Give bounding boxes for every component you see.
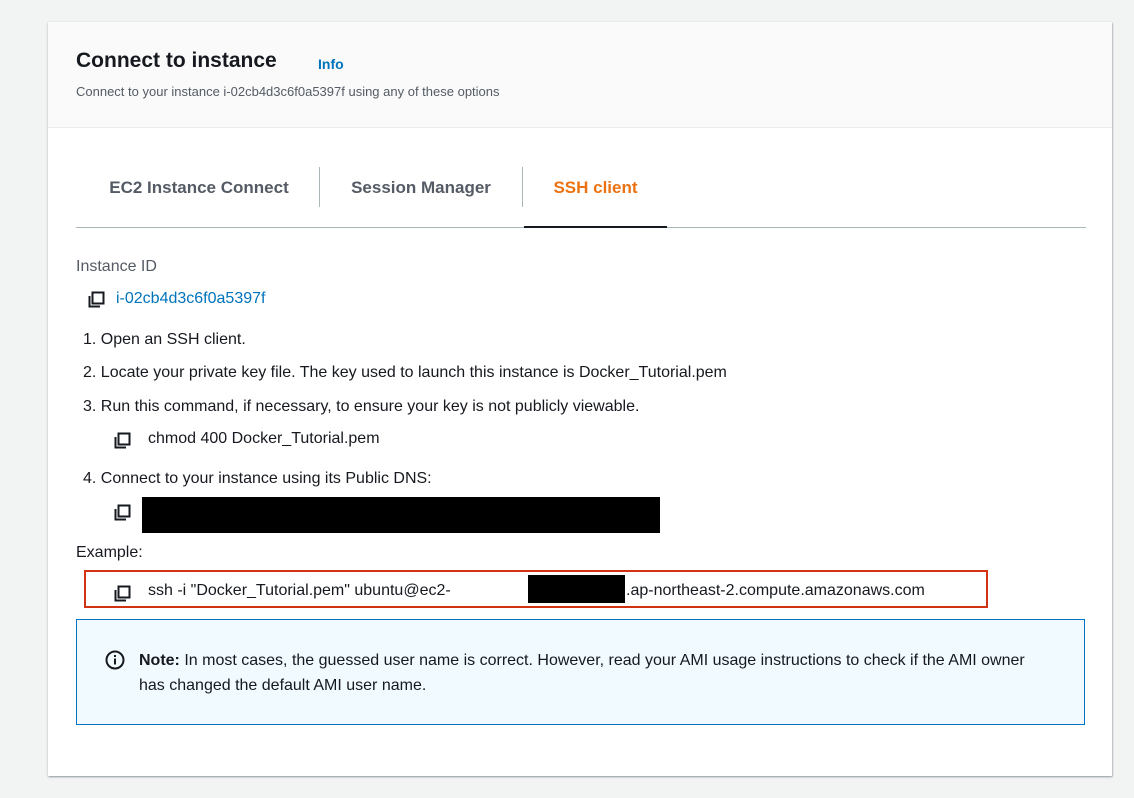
instance-id-label: Instance ID bbox=[76, 258, 157, 275]
note-bold-label: Note: bbox=[139, 652, 180, 669]
example-command-suffix: .ap-northeast-2.compute.amazonaws.com bbox=[626, 582, 925, 599]
redacted-hostname bbox=[528, 575, 625, 603]
page-subtitle: Connect to your instance i-02cb4d3c6f0a5… bbox=[76, 84, 500, 99]
page-title: Connect to instance bbox=[76, 49, 277, 72]
copy-icon[interactable] bbox=[114, 432, 132, 450]
step-2: 2. Locate your private key file. The key… bbox=[83, 364, 727, 381]
tab-session-manager[interactable]: Session Manager bbox=[320, 163, 522, 227]
redacted-public-dns bbox=[142, 497, 660, 533]
info-link[interactable]: Info bbox=[318, 56, 344, 72]
example-label: Example: bbox=[76, 544, 143, 561]
panel-header: Connect to instance Info Connect to your… bbox=[48, 22, 1112, 128]
note-text: Note: In most cases, the guessed user na… bbox=[139, 648, 1049, 698]
info-circle-icon bbox=[105, 650, 125, 675]
step-3: 3. Run this command, if necessary, to en… bbox=[83, 398, 640, 415]
tab-bar: EC2 Instance Connect Session Manager SSH… bbox=[76, 163, 1086, 228]
instance-id-link[interactable]: i-02cb4d3c6f0a5397f bbox=[116, 290, 265, 308]
example-command-prefix: ssh -i "Docker_Tutorial.pem" ubuntu@ec2- bbox=[148, 582, 451, 599]
step-1: 1. Open an SSH client. bbox=[83, 331, 246, 348]
copy-icon[interactable] bbox=[114, 504, 132, 522]
note-body: In most cases, the guessed user name is … bbox=[139, 652, 1025, 694]
connect-panel: Connect to instance Info Connect to your… bbox=[48, 22, 1112, 776]
copy-icon[interactable] bbox=[114, 585, 132, 603]
note-alert: Note: In most cases, the guessed user na… bbox=[76, 619, 1085, 725]
chmod-command: chmod 400 Docker_Tutorial.pem bbox=[148, 430, 380, 447]
tab-divider bbox=[522, 167, 523, 207]
copy-icon[interactable] bbox=[88, 291, 106, 309]
step-4: 4. Connect to your instance using its Pu… bbox=[83, 470, 432, 487]
tab-ec2-instance-connect[interactable]: EC2 Instance Connect bbox=[76, 163, 322, 227]
tab-ssh-client[interactable]: SSH client bbox=[524, 163, 667, 228]
